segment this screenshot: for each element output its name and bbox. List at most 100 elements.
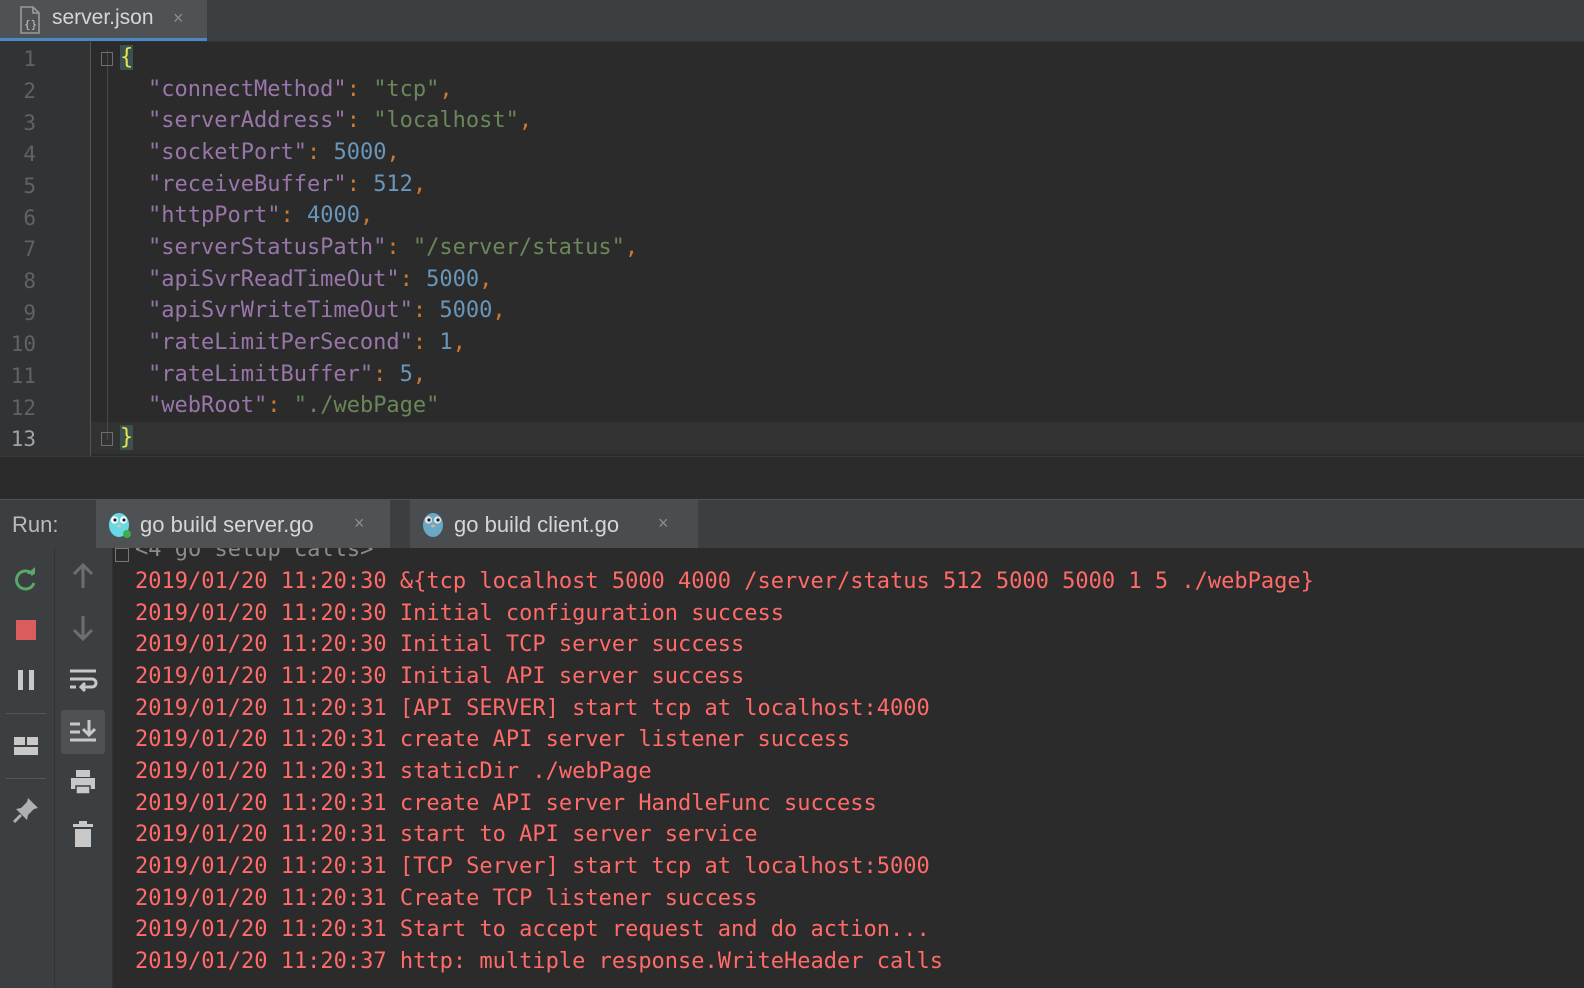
close-brace: }	[120, 425, 134, 450]
close-icon[interactable]: ×	[173, 8, 184, 29]
line-number: 3	[23, 111, 36, 135]
json-key: "receiveBuffer"	[148, 172, 347, 197]
gopher-icon-running	[109, 513, 131, 538]
stop-button[interactable]	[6, 610, 46, 650]
console-line: 2019/01/20 11:20:30 &{tcp localhost 5000…	[135, 569, 1314, 594]
run-tab-server[interactable]: go build server.go ×	[96, 500, 390, 549]
console-line: 2019/01/20 11:20:31 create API server li…	[135, 727, 851, 752]
line-number: 12	[10, 396, 36, 420]
line-number: 8	[23, 269, 36, 293]
console-line: 2019/01/20 11:20:30 Initial API server s…	[135, 664, 745, 689]
code-line: "httpPort": 4000,	[148, 203, 374, 228]
code-line: }	[120, 422, 134, 454]
json-key: "apiSvrWriteTimeOut"	[148, 298, 413, 323]
run-tab-client[interactable]: go build client.go ×	[410, 500, 698, 549]
json-value: "/server/status"	[412, 235, 625, 260]
console-line: 2019/01/20 11:20:31 Create TCP listener …	[135, 886, 758, 911]
layout-button[interactable]	[6, 726, 46, 766]
gopher-icon	[423, 513, 443, 537]
trash-icon	[73, 821, 93, 847]
run-toolbar-secondary	[55, 548, 113, 988]
svg-text:{}: {}	[24, 18, 37, 31]
json-key: "rateLimitPerSecond"	[148, 330, 413, 355]
code-editor[interactable]: 1 2 3 4 5 6 7 8 9 10 11 12 13 { "connect…	[0, 42, 1584, 456]
fold-marker-icon[interactable]	[101, 432, 113, 446]
gutter-separator	[90, 42, 91, 456]
console-line: 2019/01/20 11:20:31 create API server Ha…	[135, 791, 877, 816]
current-line-highlight	[91, 422, 1584, 454]
code-line: "serverAddress": "localhost",	[148, 108, 533, 133]
json-value: 1	[439, 330, 453, 355]
json-key: "httpPort"	[148, 203, 281, 228]
console-line: 2019/01/20 11:20:31 staticDir ./webPage	[135, 759, 652, 784]
fold-guide	[107, 50, 108, 440]
line-number: 4	[23, 142, 36, 166]
editor-tab-server-json[interactable]: {} server.json ×	[0, 0, 207, 41]
json-value: 5	[399, 362, 413, 387]
run-toolbar-primary	[0, 548, 55, 988]
console-line: 2019/01/20 11:20:37 http: multiple respo…	[135, 949, 943, 974]
clear-all-button[interactable]	[63, 814, 103, 854]
line-number: 2	[23, 79, 36, 103]
code-line: "rateLimitPerSecond": 1,	[148, 330, 466, 355]
console-setup-line[interactable]: <4 go setup calls>	[135, 548, 373, 566]
rerun-button[interactable]	[6, 560, 46, 600]
console-line: 2019/01/20 11:20:31 Start to accept requ…	[135, 917, 930, 942]
previous-occurrence-button[interactable]	[63, 556, 103, 596]
json-key: "serverStatusPath"	[148, 235, 387, 260]
pin-icon	[12, 798, 38, 824]
pause-button[interactable]	[6, 660, 46, 700]
console-output[interactable]: <4 go setup calls> 2019/01/20 11:20:30 &…	[114, 548, 1584, 988]
code-line: "socketPort": 5000,	[148, 140, 400, 165]
run-tab-label: go build client.go	[454, 512, 620, 537]
line-number-gutter: 1 2 3 4 5 6 7 8 9 10 11 12 13	[0, 42, 90, 456]
console-line: 2019/01/20 11:20:30 Initial TCP server s…	[135, 632, 745, 657]
editor-tab-label: server.json	[52, 6, 154, 29]
json-value: "./webPage"	[293, 393, 440, 418]
run-tool-window: <4 go setup calls> 2019/01/20 11:20:30 &…	[0, 548, 1584, 988]
line-number: 1	[23, 47, 36, 71]
arrow-up-icon	[72, 562, 94, 588]
console-line: 2019/01/20 11:20:31 [API SERVER] start t…	[135, 696, 930, 721]
open-brace: {	[120, 45, 134, 70]
console-line: 2019/01/20 11:20:31 start to API server …	[135, 822, 758, 847]
json-key: "connectMethod"	[148, 77, 347, 102]
code-line: {	[120, 42, 134, 74]
editor-empty-area	[0, 456, 1584, 500]
json-key: "apiSvrReadTimeOut"	[148, 267, 400, 292]
json-value: 512	[373, 172, 413, 197]
json-value: "tcp"	[373, 77, 440, 102]
layout-icon	[14, 737, 38, 755]
run-tab-label: go build server.go	[140, 512, 314, 537]
json-key: "rateLimitBuffer"	[148, 362, 374, 387]
code-line: "rateLimitBuffer": 5,	[148, 362, 427, 387]
soft-wrap-button[interactable]	[63, 660, 103, 700]
pin-button[interactable]	[6, 790, 46, 830]
fold-expand-icon[interactable]	[115, 548, 129, 562]
line-number: 11	[10, 364, 36, 388]
json-value: 4000	[306, 203, 360, 228]
next-occurrence-button[interactable]	[63, 608, 103, 648]
line-number: 9	[23, 301, 36, 325]
rerun-icon	[15, 567, 36, 591]
print-button[interactable]	[63, 762, 103, 802]
soft-wrap-icon	[70, 669, 98, 693]
close-icon[interactable]: ×	[354, 513, 365, 534]
fold-marker-icon[interactable]	[101, 52, 113, 66]
code-line: "connectMethod": "tcp",	[148, 77, 453, 102]
stop-icon	[16, 620, 36, 640]
code-line: "apiSvrReadTimeOut": 5000,	[148, 267, 493, 292]
code-line: "serverStatusPath": "/server/status",	[148, 235, 639, 260]
line-number: 5	[23, 174, 36, 198]
code-line: "apiSvrWriteTimeOut": 5000,	[148, 298, 506, 323]
code-line: "receiveBuffer": 512,	[148, 172, 427, 197]
arrow-down-icon	[72, 616, 94, 642]
scroll-to-end-button[interactable]	[61, 710, 105, 754]
json-value: 5000	[333, 140, 387, 165]
json-value: 5000	[439, 298, 493, 323]
json-key: "socketPort"	[148, 140, 307, 165]
run-label: Run:	[12, 512, 59, 537]
code-line: "webRoot": "./webPage"	[148, 393, 440, 418]
close-icon[interactable]: ×	[658, 513, 669, 534]
json-file-icon: {}	[20, 6, 40, 34]
